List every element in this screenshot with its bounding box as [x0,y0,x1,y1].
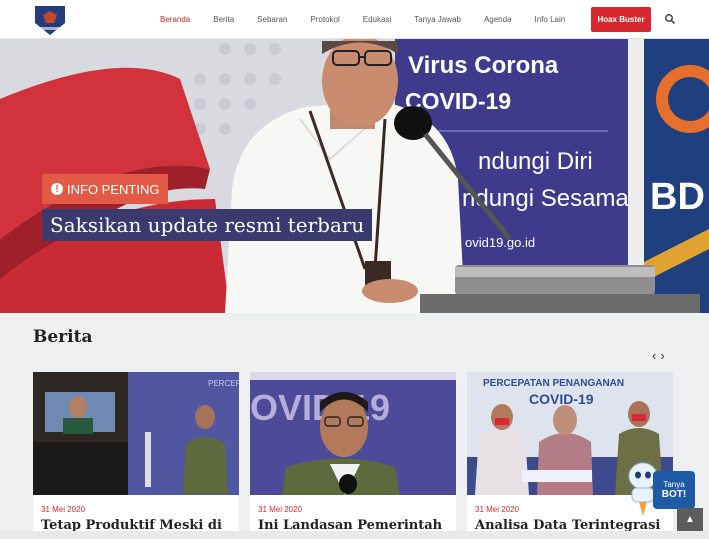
news-date: 31 Mei 2020 [475,505,520,514]
nav-item-info-lain[interactable]: Info Lain [535,15,566,24]
bnpb-logo[interactable] [33,3,67,37]
section-title: Berita [33,327,93,347]
news-card-image: PERCEP [33,372,239,495]
svg-text:BD: BD [650,176,705,218]
horizontal-scrollbar[interactable] [0,531,709,539]
backdrop-text: ndungi Diri [478,148,593,175]
hero-banner[interactable]: Virus Corona COVID-19 ndungi Diri ndungi… [0,39,709,313]
alert-icon: ! [51,183,63,195]
nav-item-berita[interactable]: Berita [213,15,234,24]
news-card[interactable]: OVID-19 31 Mei 2020 Ini Landasan Pemerin… [250,372,456,539]
chatbot-button[interactable]: Tanya BOT! [653,471,695,509]
backdrop-text: Virus Corona [408,52,559,79]
banner-text: PERCEPATAN PENANGANAN [483,378,624,389]
badge-label: INFO PENTING [67,181,160,197]
back-to-top-button[interactable]: ▲ [677,508,703,532]
nav-item-agenda[interactable]: Agenda [484,15,512,24]
search-icon[interactable] [664,13,676,25]
hero-title[interactable]: Saksikan update resmi terbaru [42,209,373,241]
hoax-buster-button[interactable]: Hoax Buster [591,7,651,32]
nav-item-tanya-jawab[interactable]: Tanya Jawab [414,15,461,24]
bot-label-1: Tanya [663,480,685,489]
top-navbar: Beranda Berita Sebaran Protokol Edukasi … [0,0,709,39]
news-date: 31 Mei 2020 [258,505,303,514]
berita-section: Berita ‹ › PERCEP 31 Mei 2020 Tetap Produ… [0,313,709,539]
backdrop-text: ovid19.go.id [465,235,535,250]
chevron-left-icon[interactable]: ‹ [652,348,656,363]
nav-item-edukasi[interactable]: Edukasi [363,15,391,24]
carousel-controls: ‹ › [652,348,669,363]
news-card[interactable]: PERCEP 31 Mei 2020 Tetap Produktif Meski… [33,372,239,539]
bot-label-2: BOT! [661,489,687,500]
info-penting-badge: ! INFO PENTING [42,174,169,204]
chevron-right-icon[interactable]: › [660,348,664,363]
nav-item-sebaran[interactable]: Sebaran [257,15,287,24]
nav-item-beranda[interactable]: Beranda [160,15,190,24]
main-menu: Beranda Berita Sebaran Protokol Edukasi … [160,0,565,39]
news-date: 31 Mei 2020 [41,505,86,514]
banner-text: COVID-19 [529,391,594,407]
news-card-image: OVID-19 [250,372,456,495]
nav-item-protokol[interactable]: Protokol [310,15,339,24]
banner-text: PERCEP [208,379,239,388]
